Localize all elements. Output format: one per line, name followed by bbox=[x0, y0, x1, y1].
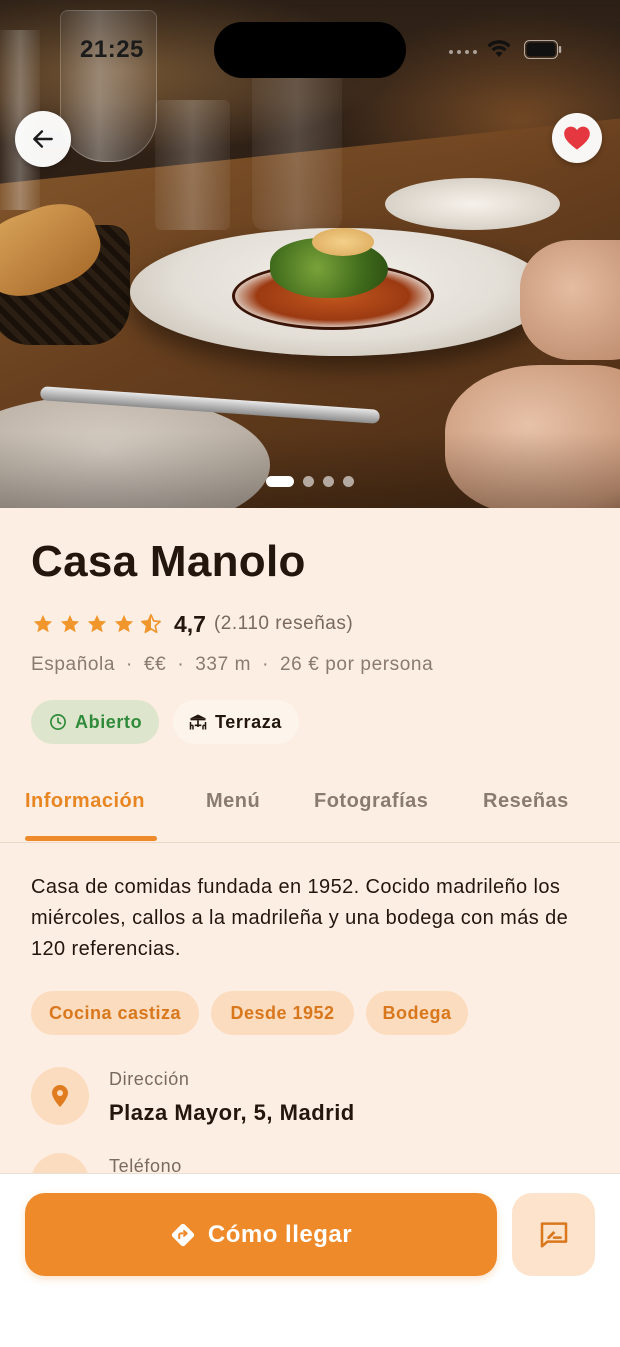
tab-bar: Información Menú Fotografías Reseñas bbox=[0, 772, 620, 843]
meta-separator: · bbox=[177, 654, 185, 675]
status-time: 21:25 bbox=[80, 36, 144, 63]
terrace-chip: Terraza bbox=[173, 700, 299, 744]
back-button[interactable] bbox=[15, 111, 71, 167]
reviews-count[interactable]: (2.110 reseñas) bbox=[214, 613, 353, 635]
price-level: €€ bbox=[143, 654, 167, 675]
write-review-button[interactable] bbox=[512, 1193, 595, 1276]
rating-row: 4,7 (2.110 reseñas) bbox=[32, 608, 353, 640]
rating-value: 4,7 bbox=[174, 610, 206, 637]
tab-informacion[interactable]: Información bbox=[25, 790, 145, 813]
tab-fotografias[interactable]: Fotografías bbox=[314, 790, 428, 813]
restaurant-meta: Española · €€ · 337 m · 26 € por persona bbox=[31, 654, 433, 676]
directions-label: Cómo llegar bbox=[207, 1220, 353, 1248]
address-value[interactable]: Plaza Mayor, 5, Madrid bbox=[109, 1100, 355, 1126]
address-label: Dirección bbox=[109, 1069, 190, 1089]
pager-dot[interactable] bbox=[343, 476, 354, 487]
wifi-icon bbox=[487, 40, 511, 57]
pager-dot[interactable] bbox=[303, 476, 314, 487]
star-icon bbox=[114, 614, 134, 633]
clock-icon bbox=[49, 713, 67, 731]
rating-stars bbox=[32, 613, 162, 635]
battery-icon bbox=[524, 40, 562, 59]
tag-chip[interactable]: Desde 1952 bbox=[211, 991, 354, 1035]
favorite-button[interactable] bbox=[552, 113, 602, 163]
arrow-left-icon bbox=[33, 130, 53, 148]
carousel-pager[interactable] bbox=[266, 476, 366, 488]
star-icon bbox=[33, 614, 53, 633]
tab-resenas[interactable]: Reseñas bbox=[483, 790, 569, 813]
price-per-person: 26 € por persona bbox=[280, 654, 434, 675]
heart-icon bbox=[564, 126, 590, 150]
dynamic-island bbox=[214, 22, 406, 78]
star-half-icon bbox=[141, 614, 161, 634]
restaurant-description: Casa de comidas fundada en 1952. Cocido … bbox=[31, 876, 569, 960]
meta-separator: · bbox=[262, 654, 269, 675]
tag-chip[interactable]: Bodega bbox=[366, 991, 468, 1035]
distance-label: 337 m bbox=[195, 654, 252, 675]
write-review-icon bbox=[540, 1221, 567, 1248]
pager-dot-active[interactable] bbox=[266, 476, 294, 487]
terrace-label: Terraza bbox=[215, 711, 282, 732]
restaurant-name: Casa Manolo bbox=[31, 537, 306, 586]
restaurant-detail-screen: 21:25 Casa Manolo 4,7 (2.110 reseñas) Es… bbox=[0, 0, 620, 1347]
meta-separator: · bbox=[126, 654, 133, 675]
tag-chip[interactable]: Cocina castiza bbox=[31, 991, 199, 1035]
star-icon bbox=[87, 614, 107, 633]
open-status-chip: Abierto bbox=[31, 700, 159, 744]
location-pin-icon bbox=[52, 1085, 68, 1107]
cuisine-label: Española bbox=[31, 654, 116, 675]
star-icon bbox=[60, 614, 80, 633]
open-status-label: Abierto bbox=[75, 711, 143, 732]
directions-icon bbox=[171, 1223, 195, 1246]
terrace-icon bbox=[188, 712, 208, 732]
signal-icon bbox=[449, 50, 479, 56]
active-tab-indicator bbox=[25, 836, 157, 841]
tab-menu[interactable]: Menú bbox=[206, 790, 260, 813]
directions-button[interactable]: Cómo llegar bbox=[25, 1193, 497, 1276]
address-icon-badge bbox=[31, 1067, 89, 1125]
pager-dot[interactable] bbox=[323, 476, 334, 487]
